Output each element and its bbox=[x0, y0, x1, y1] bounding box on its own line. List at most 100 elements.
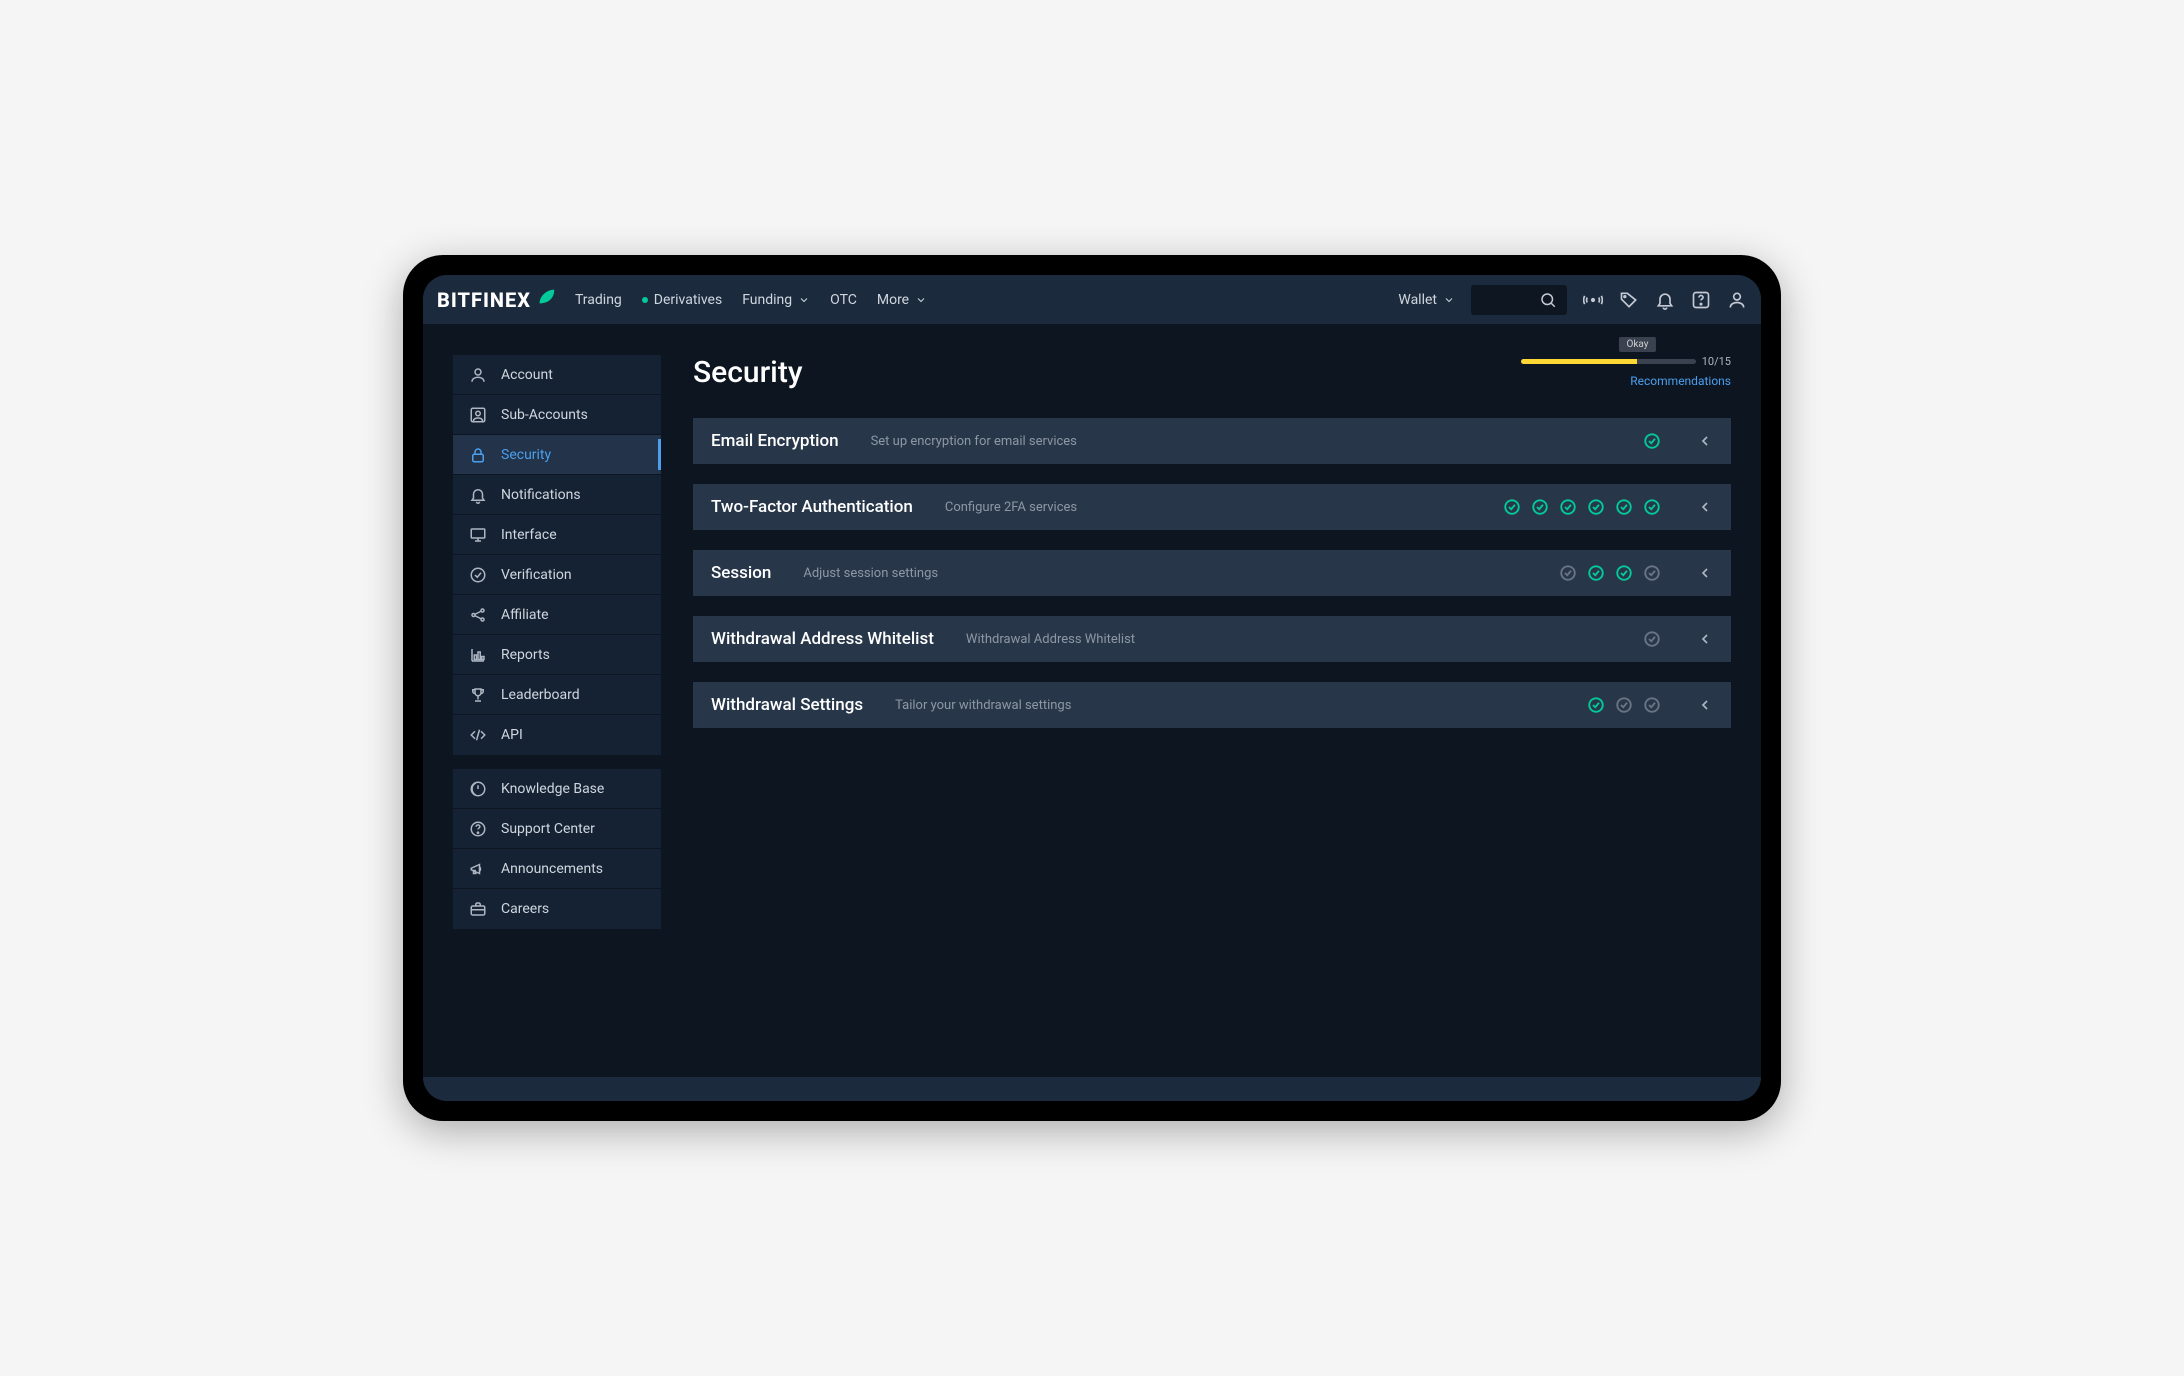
nav-funding[interactable]: Funding bbox=[742, 292, 810, 308]
bell-icon bbox=[469, 486, 487, 504]
sidebar-item-label: Announcements bbox=[501, 861, 603, 877]
topbar-right: Wallet bbox=[1398, 285, 1747, 315]
footer-bar bbox=[423, 1077, 1761, 1101]
bell-icon[interactable] bbox=[1655, 290, 1675, 310]
brand-text: BITFINEX bbox=[437, 288, 531, 312]
sidebar-item-leaderboard[interactable]: Leaderboard bbox=[453, 675, 661, 715]
status-icons bbox=[1503, 498, 1661, 516]
subaccount-icon bbox=[469, 406, 487, 424]
sidebar-item-account[interactable]: Account bbox=[453, 355, 661, 395]
sidebar-item-notifications[interactable]: Notifications bbox=[453, 475, 661, 515]
main: Security Okay 10/15 Recommendations Emai… bbox=[693, 355, 1731, 1077]
panel-subtitle: Set up encryption for email services bbox=[871, 434, 1077, 449]
code-icon bbox=[469, 726, 487, 744]
brand-logo[interactable]: BITFINEX bbox=[437, 286, 557, 313]
sidebar-item-label: Notifications bbox=[501, 487, 581, 503]
status-icons bbox=[1643, 432, 1661, 450]
sidebar-item-security[interactable]: Security bbox=[453, 435, 661, 475]
share-icon bbox=[469, 606, 487, 624]
user-icon[interactable] bbox=[1727, 290, 1747, 310]
panel-title: Withdrawal Settings bbox=[711, 695, 863, 715]
check-ok-icon bbox=[1643, 498, 1661, 516]
sidebar-item-label: Careers bbox=[501, 901, 549, 917]
score-bar bbox=[1521, 359, 1696, 364]
sidebar-item-label: Leaderboard bbox=[501, 687, 580, 703]
check-ok-icon bbox=[1643, 432, 1661, 450]
sidebar-item-label: Account bbox=[501, 367, 553, 383]
megaphone-icon bbox=[469, 860, 487, 878]
briefcase-icon bbox=[469, 900, 487, 918]
broadcast-icon[interactable] bbox=[1583, 290, 1603, 310]
topnav: Trading Derivatives Funding OTC More bbox=[575, 292, 927, 308]
sidebar-item-label: Knowledge Base bbox=[501, 781, 604, 797]
help-icon bbox=[469, 820, 487, 838]
check-circle-icon bbox=[469, 566, 487, 584]
panel-subtitle: Withdrawal Address Whitelist bbox=[966, 632, 1135, 647]
app-screen: BITFINEX Trading Derivatives Funding OTC… bbox=[423, 275, 1761, 1101]
tag-icon[interactable] bbox=[1619, 290, 1639, 310]
sidebar-item-label: Affiliate bbox=[501, 607, 549, 623]
score-fill bbox=[1521, 359, 1637, 364]
main-header: Security Okay 10/15 Recommendations bbox=[693, 355, 1731, 390]
security-panels: Email EncryptionSet up encryption for em… bbox=[693, 418, 1731, 728]
help-icon[interactable] bbox=[1691, 290, 1711, 310]
chevron-left-icon bbox=[1697, 499, 1713, 515]
sidebar-item-support-center[interactable]: Support Center bbox=[453, 809, 661, 849]
sidebar-group-main: Account Sub-Accounts Security Notifications… bbox=[453, 355, 661, 755]
status-icons bbox=[1587, 696, 1661, 714]
sidebar-group-help: Knowledge Base Support Center Announcement… bbox=[453, 769, 661, 929]
tablet-frame: BITFINEX Trading Derivatives Funding OTC… bbox=[403, 255, 1781, 1121]
score-value: 10/15 bbox=[1702, 355, 1731, 368]
sidebar-item-label: API bbox=[501, 727, 523, 743]
check-ok-icon bbox=[1531, 498, 1549, 516]
check-off-icon bbox=[1643, 696, 1661, 714]
panel-subtitle: Adjust session settings bbox=[803, 566, 938, 581]
book-icon bbox=[469, 780, 487, 798]
chevron-down-icon bbox=[798, 294, 810, 306]
page-title: Security bbox=[693, 355, 803, 390]
chevron-down-icon bbox=[1443, 294, 1455, 306]
status-icons bbox=[1643, 630, 1661, 648]
topbar: BITFINEX Trading Derivatives Funding OTC… bbox=[423, 275, 1761, 325]
check-off-icon bbox=[1643, 630, 1661, 648]
nav-otc[interactable]: OTC bbox=[830, 292, 857, 308]
sidebar-item-api[interactable]: API bbox=[453, 715, 661, 755]
sidebar-item-reports[interactable]: Reports bbox=[453, 635, 661, 675]
panel-email-encryption[interactable]: Email EncryptionSet up encryption for em… bbox=[693, 418, 1731, 464]
sidebar-item-careers[interactable]: Careers bbox=[453, 889, 661, 929]
sidebar-item-verification[interactable]: Verification bbox=[453, 555, 661, 595]
panel-two-factor-authentication[interactable]: Two-Factor AuthenticationConfigure 2FA s… bbox=[693, 484, 1731, 530]
check-ok-icon bbox=[1503, 498, 1521, 516]
chevron-left-icon bbox=[1697, 697, 1713, 713]
sidebar-item-label: Security bbox=[501, 447, 551, 463]
leaf-icon bbox=[535, 286, 557, 313]
check-ok-icon bbox=[1615, 564, 1633, 582]
sidebar-item-affiliate[interactable]: Affiliate bbox=[453, 595, 661, 635]
search-input[interactable] bbox=[1471, 285, 1567, 315]
panel-withdrawal-settings[interactable]: Withdrawal SettingsTailor your withdrawa… bbox=[693, 682, 1731, 728]
check-off-icon bbox=[1643, 564, 1661, 582]
recommendations-link[interactable]: Recommendations bbox=[1630, 374, 1731, 388]
sidebar-item-interface[interactable]: Interface bbox=[453, 515, 661, 555]
panel-subtitle: Configure 2FA services bbox=[945, 500, 1077, 515]
security-score: Okay 10/15 Recommendations bbox=[1521, 355, 1731, 388]
wallet-dropdown[interactable]: Wallet bbox=[1398, 292, 1455, 308]
sidebar-item-label: Support Center bbox=[501, 821, 595, 837]
nav-derivatives[interactable]: Derivatives bbox=[642, 292, 722, 308]
sidebar-item-sub-accounts[interactable]: Sub-Accounts bbox=[453, 395, 661, 435]
nav-more[interactable]: More bbox=[877, 292, 927, 308]
nav-trading[interactable]: Trading bbox=[575, 292, 622, 308]
sidebar-item-label: Interface bbox=[501, 527, 557, 543]
sidebar-item-knowledge-base[interactable]: Knowledge Base bbox=[453, 769, 661, 809]
check-off-icon bbox=[1559, 564, 1577, 582]
search-icon bbox=[1539, 291, 1557, 309]
lock-icon bbox=[469, 446, 487, 464]
check-ok-icon bbox=[1587, 564, 1605, 582]
sidebar-item-announcements[interactable]: Announcements bbox=[453, 849, 661, 889]
panel-withdrawal-address-whitelist[interactable]: Withdrawal Address WhitelistWithdrawal A… bbox=[693, 616, 1731, 662]
check-ok-icon bbox=[1559, 498, 1577, 516]
live-dot-icon bbox=[642, 297, 648, 303]
status-icons bbox=[1559, 564, 1661, 582]
panel-session[interactable]: SessionAdjust session settings bbox=[693, 550, 1731, 596]
chart-icon bbox=[469, 646, 487, 664]
